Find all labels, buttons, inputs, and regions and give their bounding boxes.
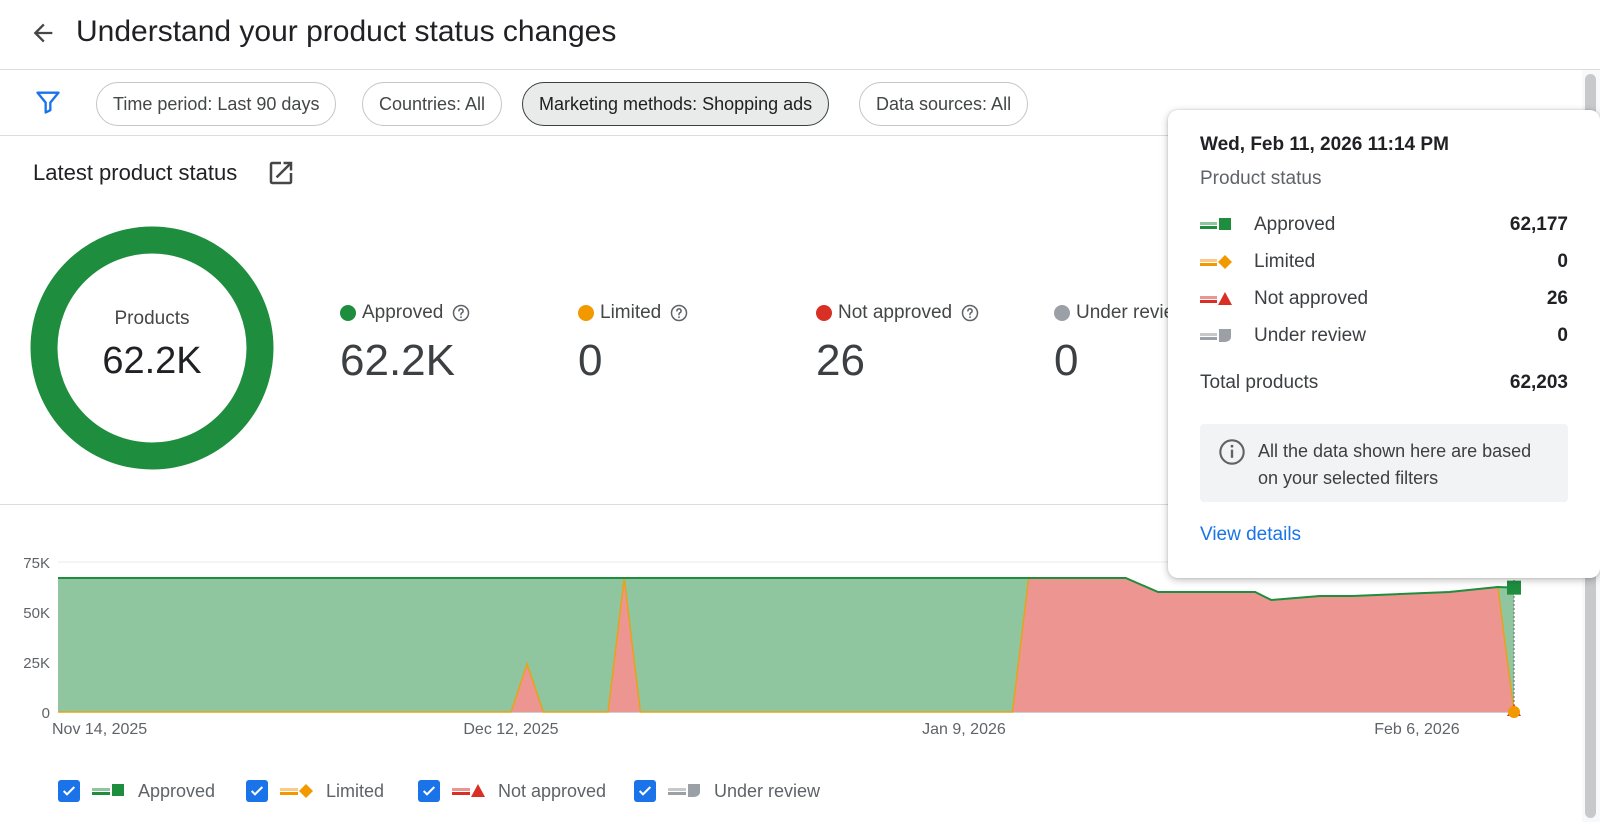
x-tick-label: Feb 6, 2026 [1374, 721, 1460, 738]
tooltip-row-limited: Limited 0 [1200, 249, 1568, 275]
stat-limited: Limited 0 [578, 300, 689, 386]
limited-legend-icon [1200, 255, 1232, 269]
x-tick-label: Jan 9, 2026 [922, 721, 1006, 738]
tooltip-subtitle: Product status [1200, 168, 1322, 189]
page-header: Understand your product status changes [0, 0, 1600, 70]
arrow-back-icon [33, 23, 53, 43]
approved-dot-icon [340, 305, 356, 321]
tooltip-row-label: Under review [1254, 325, 1366, 346]
not-approved-legend-icon [452, 784, 485, 797]
help-icon[interactable] [451, 303, 471, 323]
limited-dot-icon [578, 305, 594, 321]
legend-label: Not approved [498, 780, 607, 801]
stat-value: 62.2K [340, 336, 455, 385]
tooltip-info-box: All the data shown here are based on you… [1200, 424, 1568, 502]
approved-legend-icon [92, 784, 124, 796]
checkbox-not-approved[interactable] [418, 780, 440, 802]
under-review-dot-icon [1054, 305, 1070, 321]
tooltip-row-label: Limited [1254, 251, 1316, 272]
under-review-legend-icon [668, 784, 700, 797]
limited-marker [1508, 706, 1520, 718]
tooltip-row-value: 26 [1546, 288, 1568, 309]
under-review-legend-icon [1200, 329, 1231, 342]
tooltip-info-text: All the data shown here are based on you… [1258, 441, 1532, 488]
checkbox-limited[interactable] [246, 780, 268, 802]
stat-approved: Approved 62.2K [340, 300, 471, 386]
info-icon [1219, 439, 1245, 465]
not-approved-dot-icon [816, 305, 832, 321]
chip-countries[interactable]: Countries: All [362, 82, 503, 126]
filter-icon[interactable] [34, 88, 62, 116]
limited-legend-icon [280, 784, 313, 798]
section-title: Latest product status [33, 160, 238, 185]
chart-tooltip: Wed, Feb 11, 2026 11:14 PM Product statu… [1168, 110, 1600, 578]
legend-label: Under review [714, 780, 821, 801]
y-tick-label: 0 [42, 705, 50, 722]
stat-label: Approved [362, 302, 444, 323]
help-icon[interactable] [669, 303, 689, 323]
help-icon[interactable] [960, 303, 980, 323]
checkbox-under-review[interactable] [634, 780, 656, 802]
legend-item-limited[interactable]: Limited [246, 780, 384, 802]
legend-item-approved[interactable]: Approved [58, 780, 215, 802]
stat-value: 0 [578, 336, 603, 385]
open-in-new-icon[interactable] [266, 158, 296, 188]
stat-label: Not approved [838, 302, 953, 323]
tooltip-total-label: Total products [1200, 372, 1319, 393]
approved-legend-icon [1200, 218, 1231, 230]
stat-value: 26 [816, 336, 865, 385]
approved-marker [1507, 580, 1521, 595]
legend-label: Limited [326, 780, 385, 801]
donut-label: Products [114, 308, 190, 329]
tooltip-row-not-approved: Not approved 26 [1200, 286, 1568, 312]
stat-not-approved: Not approved 26 [816, 300, 980, 386]
tooltip-row-value: 62,177 [1509, 214, 1568, 235]
back-button[interactable] [26, 16, 60, 50]
tooltip-row-value: 0 [1557, 251, 1568, 272]
y-tick-label: 50K [23, 605, 50, 622]
legend-item-not-approved[interactable]: Not approved [418, 780, 606, 802]
tooltip-row-label: Approved [1254, 214, 1336, 235]
x-tick-label: Dec 12, 2025 [463, 721, 558, 738]
section-divider [0, 504, 1170, 505]
tooltip-total: Total products 62,203 [1200, 372, 1568, 394]
chip-time-period[interactable]: Time period: Last 90 days [96, 82, 337, 126]
stat-label: Limited [600, 302, 662, 323]
x-tick-label: Nov 14, 2025 [52, 721, 147, 738]
page-title: Understand your product status changes [76, 15, 617, 48]
tooltip-row-approved: Approved 62,177 [1200, 212, 1568, 238]
y-tick-label: 25K [23, 655, 50, 672]
y-tick-label: 75K [23, 555, 50, 572]
donut-value: 62.2K [102, 340, 202, 382]
tooltip-row-under-review: Under review 0 [1200, 323, 1568, 349]
chip-marketing-methods[interactable]: Marketing methods: Shopping ads [522, 82, 830, 126]
not-approved-legend-icon [1200, 292, 1232, 305]
legend-label: Approved [138, 780, 216, 801]
checkbox-approved[interactable] [58, 780, 80, 802]
tooltip-total-value: 62,203 [1509, 372, 1568, 393]
tooltip-row-label: Not approved [1254, 288, 1369, 309]
view-details-link[interactable]: View details [1200, 524, 1301, 546]
tooltip-date: Wed, Feb 11, 2026 11:14 PM [1200, 134, 1449, 155]
legend-item-under-review[interactable]: Under review [634, 780, 820, 802]
chip-data-sources[interactable]: Data sources: All [859, 82, 1029, 126]
tooltip-row-value: 0 [1557, 325, 1568, 346]
